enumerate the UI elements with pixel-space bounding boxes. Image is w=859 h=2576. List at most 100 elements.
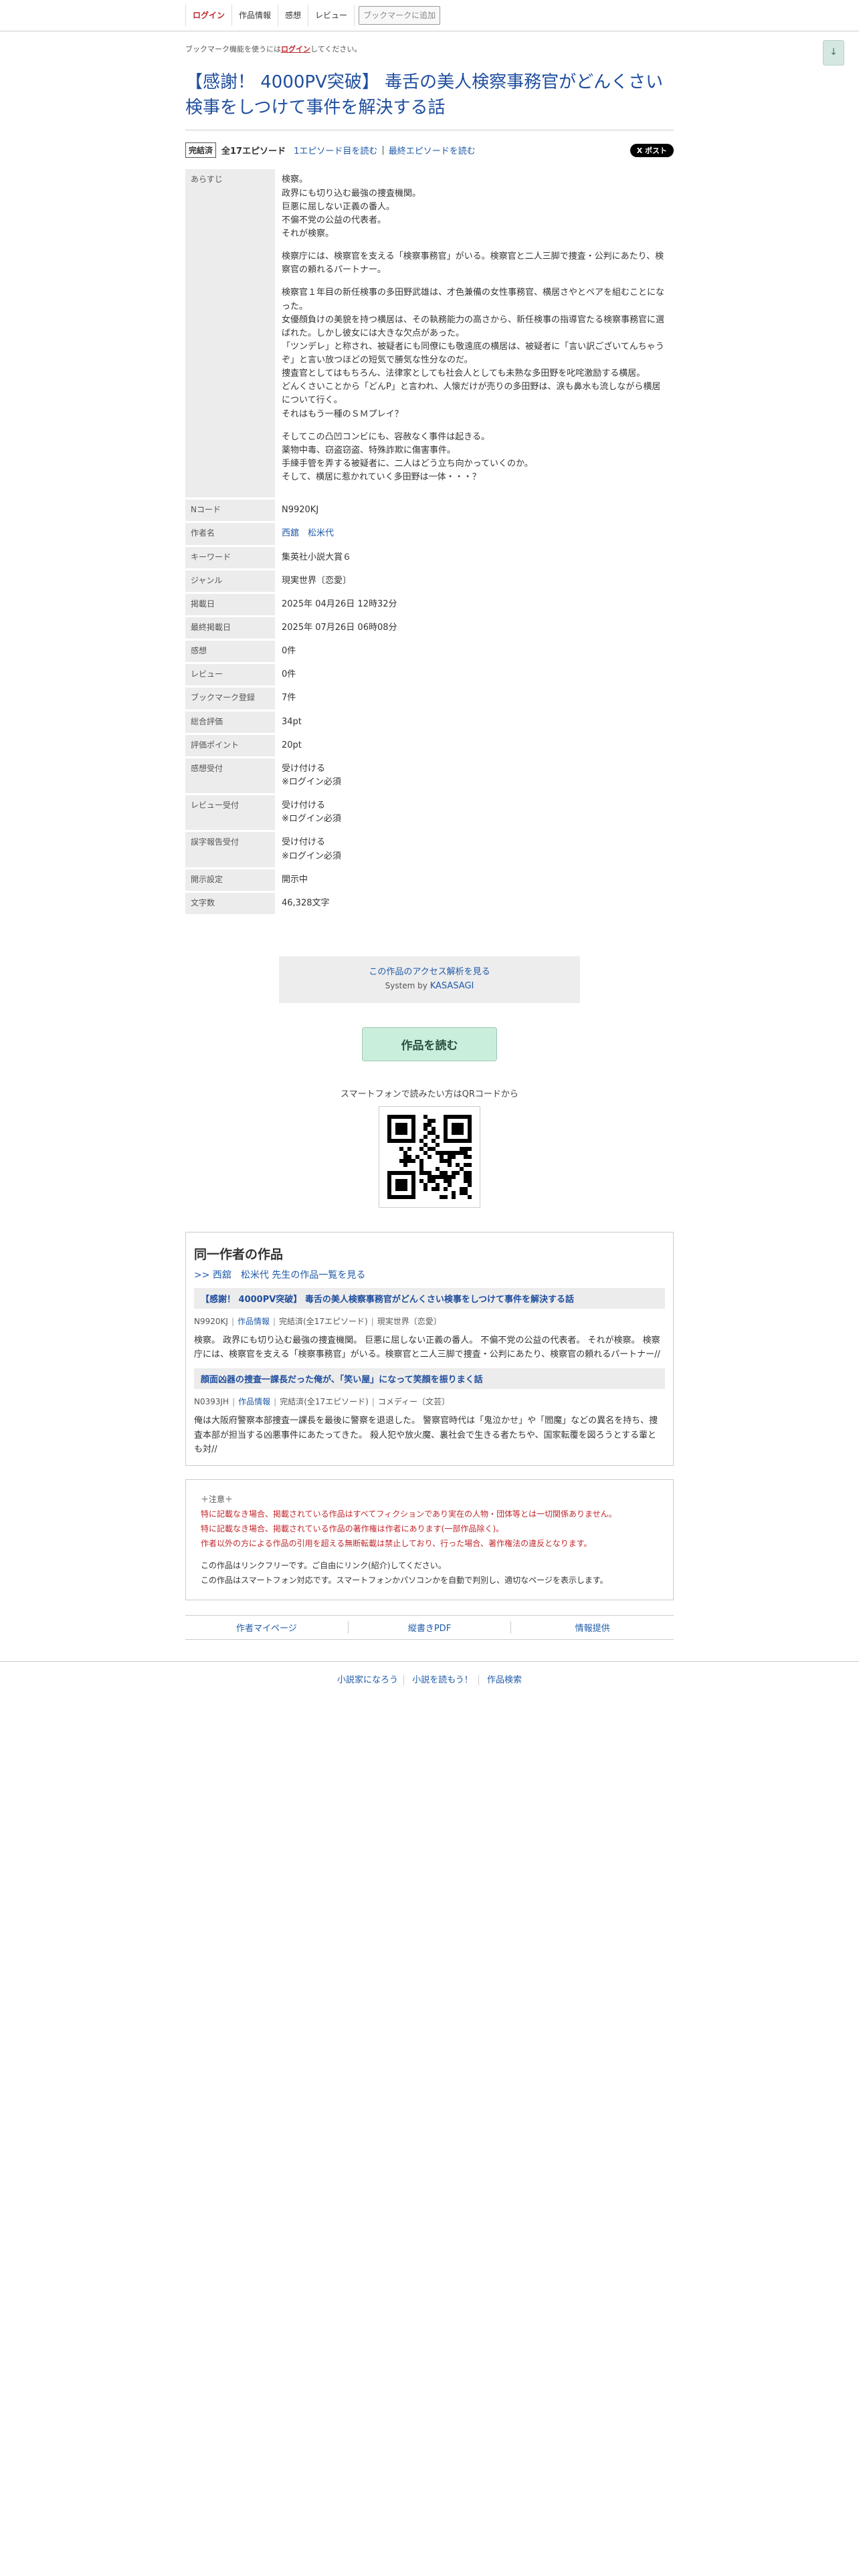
info-value: 0件: [282, 669, 296, 680]
scroll-down-button[interactable]: ↓: [823, 40, 844, 66]
info-label: 作者名: [185, 523, 275, 545]
info-value: 0件: [282, 646, 296, 657]
info-label: ブックマーク登録: [185, 687, 275, 710]
author-mypage-link[interactable]: 作者マイページ: [236, 1624, 297, 1634]
info-label: 評価ポイント: [185, 734, 275, 756]
info-row: Nコード N9920KJ: [185, 500, 674, 522]
bookmark-note: ブックマーク機能を使うにはログインしてください。: [185, 45, 362, 53]
global-footer: 小説家になろう 小説を読もう！ 作品検索: [0, 1660, 859, 1685]
episode-bar: 完結済 全17エピソード 1エピソード目を読む | 最終エピソードを読む X ポ…: [185, 142, 674, 158]
same-author-heading: 同一作者の作品: [194, 1247, 284, 1262]
episode-count: 全17エピソード: [221, 146, 286, 157]
info-value: 西舘 松米代: [275, 523, 674, 544]
author-link[interactable]: 西舘 松米代: [282, 528, 334, 538]
info-row: 文字数 46,328文字: [185, 892, 674, 914]
work-meta: N0393JH | 作品情報 | 完結済(全17エピソード) | コメディー〔文芸〕: [194, 1397, 450, 1407]
work-meta: N9920KJ | 作品情報 | 完結済(全17エピソード) | 現実世界〔恋愛〕: [194, 1316, 442, 1326]
info-value: 2025年 07月26日 06時08分: [282, 623, 397, 633]
login-link[interactable]: ログイン: [185, 5, 233, 26]
notice-box: ＋注意＋ 特に記載なき場合、掲載されている作品はすべてフィクションであり実在の人…: [185, 1479, 674, 1600]
work-title-link[interactable]: 【感謝！ 4000PV突破】 毒舌の美人検察事務官がどんくさい検事をしつけて事件…: [194, 1287, 665, 1309]
info-label: 感想: [185, 641, 275, 663]
info-row: 評価ポイント 20pt: [185, 734, 674, 756]
info-value: 20pt: [282, 740, 302, 750]
work-title-link[interactable]: 顔面凶器の捜査一課長だった俺が、「笑い屋」になって笑顔を振りまく話: [194, 1368, 665, 1390]
info-label: 最終掲載日: [185, 617, 275, 639]
info-row: あらすじ 検察。 政界にも切り込む最強の捜査機関。 巨悪に屈しない正義の番人。 不…: [185, 169, 674, 498]
info-value: 46,328文字: [282, 897, 330, 908]
info-row: キーワード 集英社小説大賞６: [185, 546, 674, 568]
read-work-button[interactable]: 作品を読む: [362, 1027, 497, 1061]
info-table: あらすじ 検察。 政界にも切り込む最強の捜査機関。 巨悪に屈しない正義の番人。 不…: [185, 167, 674, 916]
info-row: ジャンル 現実世界〔恋愛〕: [185, 570, 674, 592]
info-row: 誤字報告受付 受け付ける ※ログイン必須: [185, 832, 674, 867]
info-label: キーワード: [185, 546, 275, 568]
status-badge: 完結済: [185, 142, 217, 158]
access-analysis-box: この作品のアクセス解析を見る System by KASASAGI: [279, 956, 580, 1003]
info-label: 文字数: [185, 892, 275, 914]
info-row: レビュー受付 受け付ける ※ログイン必須: [185, 795, 674, 831]
synopsis-paragraph: そしてこの凸凹コンビにも、容赦なく事件は起きる。 薬物中毒、窃盗窃盗、特殊詐欺に…: [282, 431, 533, 483]
info-value: 2025年 04月26日 12時32分: [282, 599, 397, 609]
author-works-link[interactable]: >> 西舘 松米代 先生の作品一覧を見る: [194, 1268, 665, 1281]
first-episode-link[interactable]: 1エピソード目を読む: [294, 144, 377, 156]
info-row: 総合評価 34pt: [185, 711, 674, 733]
info-value: 受け付ける ※ログイン必須: [282, 800, 341, 825]
info-row: 感想 0件: [185, 641, 674, 663]
work-description: 検察。 政界にも切り込む最強の捜査機関。 巨悪に屈しない正義の番人。 不偏不党の…: [194, 1335, 660, 1360]
work-item: 顔面凶器の捜査一課長だった俺が、「笑い屋」になって笑顔を振りまく話 N0393JH…: [194, 1368, 665, 1457]
info-value: 34pt: [282, 716, 302, 727]
report-info-link[interactable]: 情報提供: [575, 1624, 610, 1634]
info-value: 集英社小説大賞６: [282, 552, 352, 562]
synopsis-paragraph: 検察官１年目の新任検事の多田野武雄は、才色兼備の女性事務官、横居さやとペアを組む…: [282, 288, 665, 419]
info-label: レビュー: [185, 664, 275, 686]
info-value: 開示中: [282, 874, 308, 885]
tab-impressions[interactable]: 感想: [278, 5, 309, 26]
yomou-link[interactable]: 小説を読もう！: [412, 1675, 473, 1685]
bookmark-login-link[interactable]: ログイン: [281, 45, 310, 53]
x-post-button[interactable]: X ポスト: [630, 143, 674, 157]
qr-code: [379, 1105, 480, 1208]
synopsis-paragraph: 検察。 政界にも切り込む最強の捜査機関。 巨悪に屈しない正義の番人。 不偏不党の…: [282, 175, 421, 239]
last-episode-link[interactable]: 最終エピソードを読む: [389, 144, 476, 156]
search-link[interactable]: 作品検索: [487, 1675, 522, 1685]
info-label: Nコード: [185, 500, 275, 522]
tab-reviews[interactable]: レビュー: [308, 5, 355, 26]
info-value: 現実世界〔恋愛〕: [282, 575, 352, 586]
info-label: あらすじ: [185, 169, 275, 498]
work-description: 俺は大阪府警察本部捜査一課長を最後に警察を退退した。 警察官時代は「鬼泣かせ」や…: [194, 1416, 658, 1455]
page-title: 【感謝！ 4000PV突破】 毒舌の美人検察事務官がどんくさい検事をしつけて事件…: [185, 70, 674, 131]
info-value: 受け付ける ※ログイン必須: [282, 763, 341, 788]
work-info-link[interactable]: 作品情報: [238, 1397, 270, 1406]
vertical-pdf-link[interactable]: 縦書きPDF: [408, 1624, 451, 1634]
qr-caption: スマートフォンで読みたい方はQRコードから: [341, 1089, 518, 1099]
info-label: 誤字報告受付: [185, 832, 275, 867]
bookmark-add-button[interactable]: ブックマークに追加: [359, 6, 441, 25]
info-value: N9920KJ: [282, 505, 319, 516]
info-row: レビュー 0件: [185, 664, 674, 686]
top-bar: ログイン 作品情報 感想 レビュー ブックマークに追加: [0, 0, 859, 31]
info-row: ブックマーク登録 7件: [185, 687, 674, 710]
tab-work-info[interactable]: 作品情報: [232, 5, 279, 26]
info-row: 開示設定 開示中: [185, 869, 674, 891]
work-info-link[interactable]: 作品情報: [237, 1317, 270, 1326]
synopsis: 検察。 政界にも切り込む最強の捜査機関。 巨悪に屈しない正義の番人。 不偏不党の…: [275, 169, 674, 498]
info-label: 開示設定: [185, 869, 275, 891]
syosetu-home-link[interactable]: 小説家になろう: [337, 1675, 398, 1685]
info-label: 感想受付: [185, 758, 275, 794]
info-label: ジャンル: [185, 570, 275, 592]
info-label: 掲載日: [185, 593, 275, 616]
info-row: 最終掲載日 2025年 07月26日 06時08分: [185, 617, 674, 639]
same-author-section: 同一作者の作品 >> 西舘 松米代 先生の作品一覧を見る 【感謝！ 4000PV…: [185, 1231, 674, 1466]
info-label: 総合評価: [185, 711, 275, 733]
top-nav: ログイン 作品情報 感想 レビュー ブックマークに追加: [185, 0, 674, 31]
work-item: 【感謝！ 4000PV突破】 毒舌の美人検察事務官がどんくさい検事をしつけて事件…: [194, 1287, 665, 1362]
info-row: 作者名 西舘 松米代: [185, 523, 674, 545]
synopsis-paragraph: 検察庁には、検察官を支える「検察事務官」がいる。検察官と二人三脚で捜査・公判にあ…: [282, 251, 664, 276]
info-row: 掲載日 2025年 04月26日 12時32分: [185, 593, 674, 616]
access-analysis-link[interactable]: この作品のアクセス解析を見る: [369, 967, 490, 977]
info-value: 受け付ける ※ログイン必須: [282, 837, 341, 861]
kasasagi-link[interactable]: KASASAGI: [430, 981, 474, 991]
info-value: 7件: [282, 693, 296, 704]
info-row: 感想受付 受け付ける ※ログイン必須: [185, 758, 674, 794]
